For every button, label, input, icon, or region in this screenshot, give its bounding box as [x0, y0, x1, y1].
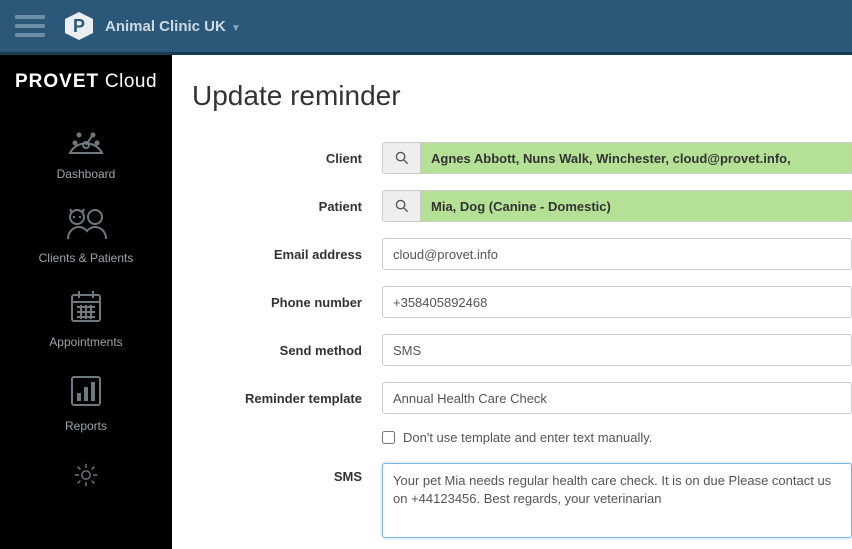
nav-settings[interactable] [0, 441, 172, 511]
patient-field[interactable]: Mia, Dog (Canine - Domestic) [420, 190, 852, 222]
template-label: Reminder template [202, 391, 382, 406]
send-method-select[interactable]: SMS [382, 334, 852, 366]
client-label: Client [202, 151, 382, 166]
modal-title: Update reminder [192, 80, 852, 112]
calendar-icon [0, 285, 172, 329]
menu-toggle[interactable] [15, 10, 45, 42]
nav-dashboard[interactable]: Dashboard [0, 105, 172, 189]
nav-label: Dashboard [0, 167, 172, 181]
sms-label: SMS [202, 463, 382, 484]
clinic-selector[interactable]: Animal Clinic UK▼ [105, 18, 241, 35]
patient-search-button[interactable] [382, 190, 420, 222]
template-select[interactable]: Annual Health Care Check [382, 382, 852, 414]
method-label: Send method [202, 343, 382, 358]
search-icon [395, 199, 409, 213]
manual-checkbox-input[interactable] [382, 431, 395, 444]
client-field[interactable]: Agnes Abbott, Nuns Walk, Winchester, clo… [420, 142, 852, 174]
reports-icon [0, 369, 172, 413]
phone-input[interactable] [382, 286, 852, 318]
search-icon [395, 151, 409, 165]
manual-checkbox-label: Don't use template and enter text manual… [403, 430, 652, 445]
chevron-down-icon: ▼ [231, 23, 241, 34]
topbar: P Animal Clinic UK▼ [0, 0, 852, 55]
sidebar: PROVET Cloud Dashboard Clients & Patient… [0, 55, 172, 549]
clients-patients-icon [0, 201, 172, 245]
email-input[interactable] [382, 238, 852, 270]
gear-icon [0, 453, 172, 497]
phone-label: Phone number [202, 295, 382, 310]
nav-label: Appointments [0, 335, 172, 349]
nav-appointments[interactable]: Appointments [0, 273, 172, 357]
dashboard-icon [0, 117, 172, 161]
nav-label: Reports [0, 419, 172, 433]
manual-text-checkbox[interactable]: Don't use template and enter text manual… [382, 430, 852, 445]
client-search-button[interactable] [382, 142, 420, 174]
brand: PROVET Cloud [15, 63, 157, 105]
logo-icon: P [65, 12, 93, 40]
nav-clients-patients[interactable]: Clients & Patients [0, 189, 172, 273]
email-label: Email address [202, 247, 382, 262]
content: Update reminder Client Agnes Abbott, Nun… [172, 55, 852, 549]
nav-reports[interactable]: Reports [0, 357, 172, 441]
patient-label: Patient [202, 199, 382, 214]
update-reminder-modal: Update reminder Client Agnes Abbott, Nun… [172, 55, 852, 549]
nav-label: Clients & Patients [0, 251, 172, 265]
sms-textarea[interactable] [382, 463, 852, 538]
